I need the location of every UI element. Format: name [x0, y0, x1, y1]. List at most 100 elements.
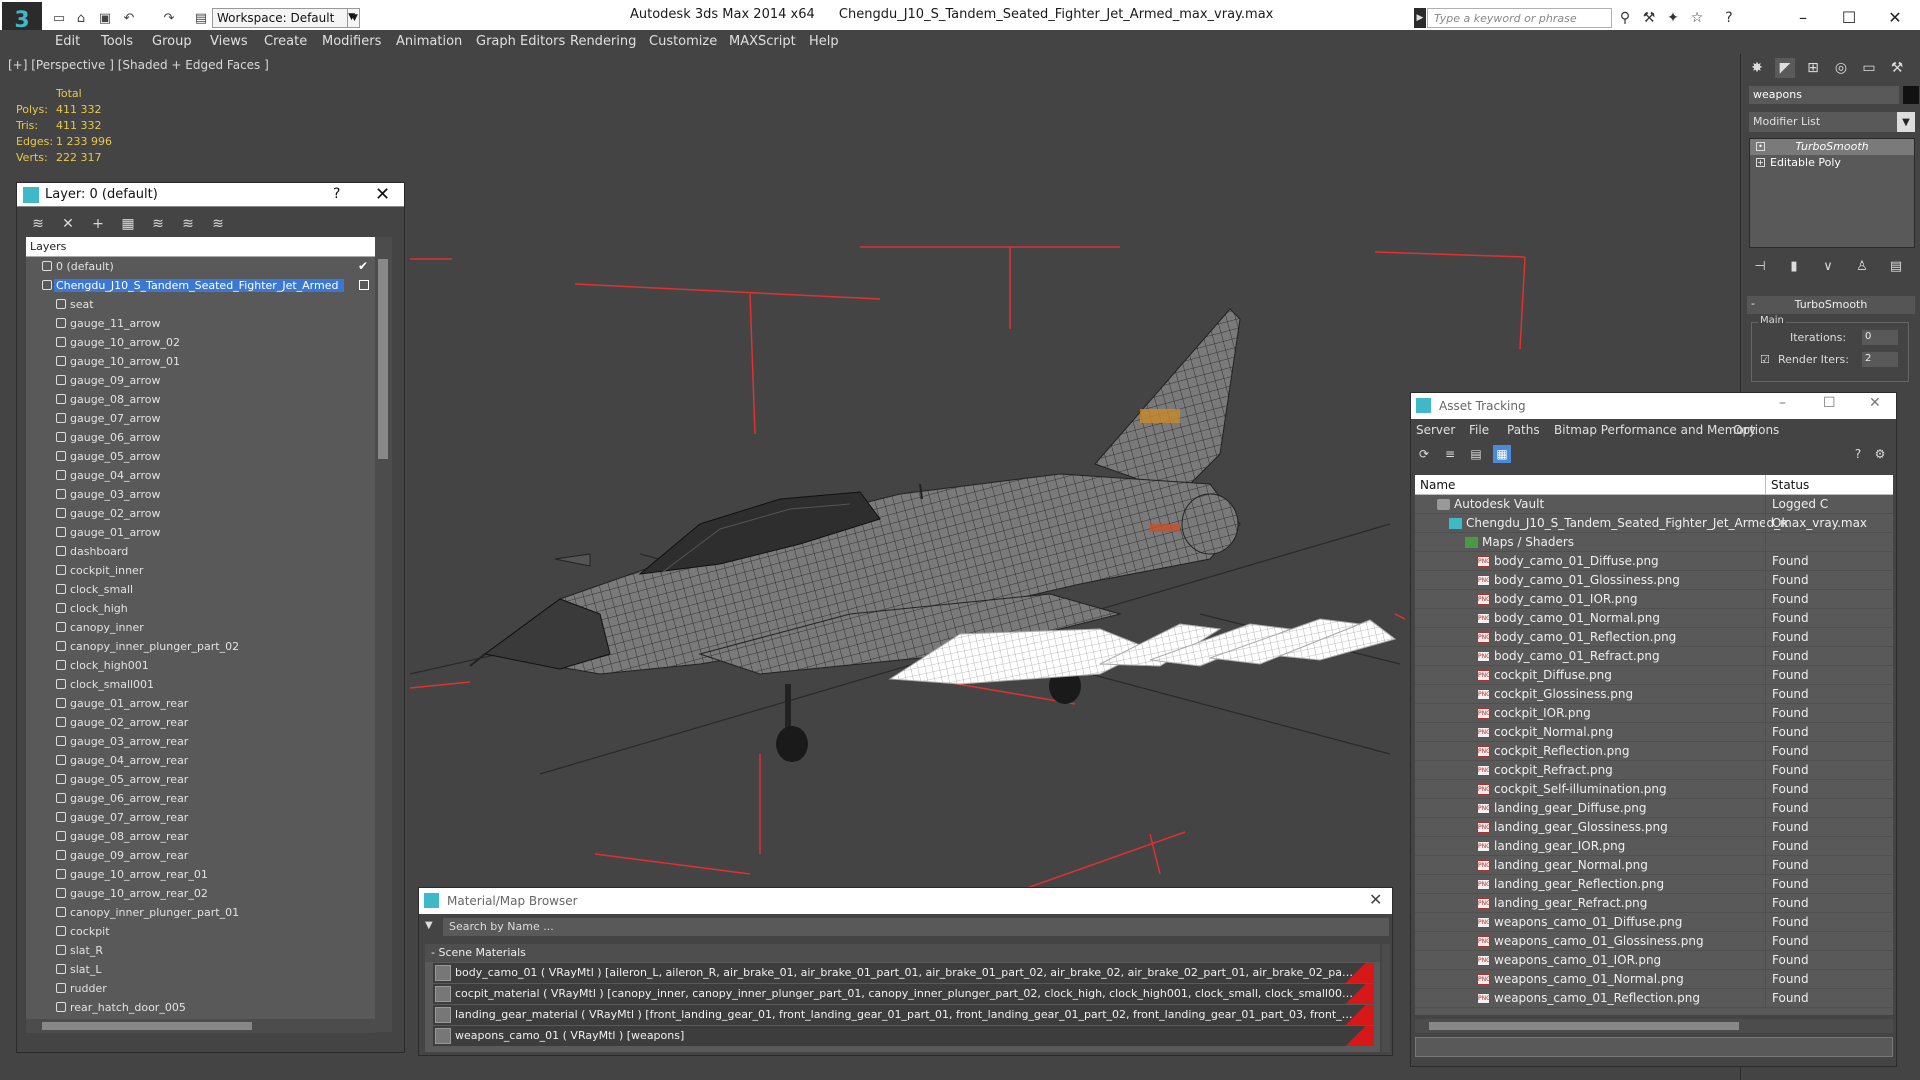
keyword-search-input[interactable]: Type a keyword or phrase — [1427, 8, 1612, 28]
menu-views[interactable]: Views — [210, 34, 248, 49]
asset-table[interactable]: Name Status Autodesk Vault Logged C Chengd… — [1415, 475, 1893, 1015]
favorites-star-icon[interactable]: ☆ — [1688, 9, 1706, 27]
layer-object-row[interactable]: slat_R — [26, 941, 375, 960]
stack-item-turbosmooth[interactable]: • TurboSmooth — [1750, 139, 1914, 155]
utilities-tab-icon[interactable]: ⚒ — [1887, 58, 1907, 78]
menu-modifiers[interactable]: Modifiers — [322, 34, 381, 49]
asset-row[interactable]: PNG cockpit_Glossiness.png Found — [1415, 685, 1893, 704]
layer-object-row[interactable]: gauge_01_arrow_rear — [26, 694, 375, 713]
refresh-icon[interactable]: ⟳ — [1415, 445, 1433, 463]
layer-object-row[interactable]: gauge_10_arrow_rear_02 — [26, 884, 375, 903]
modify-tab-icon[interactable]: ◤ — [1775, 58, 1795, 78]
asset-row[interactable]: Chengdu_J10_S_Tandem_Seated_Fighter_Jet_… — [1415, 514, 1893, 533]
hide-all-layers-icon[interactable]: ≋ — [179, 215, 197, 233]
object-color-swatch[interactable] — [1903, 86, 1919, 104]
material-row[interactable]: landing_gear_material ( VRayMtl ) [front… — [433, 1005, 1374, 1025]
asset-row[interactable]: PNG cockpit_Diffuse.png Found — [1415, 666, 1893, 685]
freeze-all-layers-icon[interactable]: ≋ — [209, 215, 227, 233]
tree-view-icon[interactable]: ▤ — [1467, 445, 1485, 463]
asset-row[interactable]: PNG cockpit_IOR.png Found — [1415, 704, 1893, 723]
layer-object-row[interactable]: gauge_05_arrow_rear — [26, 770, 375, 789]
close-icon[interactable]: ✕ — [1872, 4, 1918, 30]
show-end-result-icon[interactable]: ▮ — [1783, 256, 1805, 276]
layer-object-row[interactable]: gauge_06_arrow — [26, 428, 375, 447]
render-iters-checkbox[interactable]: ☑ — [1760, 353, 1770, 366]
undo-icon[interactable]: ↶ — [120, 9, 138, 27]
asset-row[interactable]: PNG landing_gear_Normal.png Found — [1415, 856, 1893, 875]
asset-row[interactable]: PNG weapons_camo_01_IOR.png Found — [1415, 951, 1893, 970]
column-status[interactable]: Status — [1771, 478, 1809, 492]
asset-row[interactable]: PNG body_camo_01_Reflection.png Found — [1415, 628, 1893, 647]
redo-icon[interactable]: ↷ — [160, 9, 178, 27]
workspace-menu-arrow-icon[interactable]: ▼ — [347, 8, 361, 28]
asset-row[interactable]: PNG landing_gear_Glossiness.png Found — [1415, 818, 1893, 837]
asset-row[interactable]: PNG cockpit_Reflection.png Found — [1415, 742, 1893, 761]
layer-row-selected[interactable]: Chengdu_J10_S_Tandem_Seated_Fighter_Jet_… — [26, 276, 375, 295]
menu-group[interactable]: Group — [152, 34, 192, 49]
display-tab-icon[interactable]: ▭ — [1859, 58, 1879, 78]
table-view-icon[interactable]: ▦ — [1493, 445, 1511, 463]
search-options-icon[interactable]: ▼ — [425, 920, 433, 931]
asset-row[interactable]: PNG cockpit_Self-illumination.png Found — [1415, 780, 1893, 799]
layer-row-default[interactable]: 0 (default) ✔ — [26, 257, 375, 276]
new-file-icon[interactable]: ▭ — [50, 9, 68, 27]
layer-object-row[interactable]: rear_hatch_door_005 — [26, 998, 375, 1017]
settings-icon[interactable]: ⚙ — [1871, 445, 1889, 463]
asset-row[interactable]: Maps / Shaders — [1415, 533, 1893, 552]
asset-row[interactable]: PNG landing_gear_Reflection.png Found — [1415, 875, 1893, 894]
layer-object-row[interactable]: gauge_11_arrow — [26, 314, 375, 333]
remove-modifier-icon[interactable]: ♙ — [1851, 256, 1873, 276]
workspace-dropdown[interactable]: Workspace: Default ▼ — [212, 8, 360, 28]
horizontal-scrollbar[interactable] — [1415, 1019, 1893, 1033]
material-row[interactable]: cocpit_material ( VRayMtl ) [canopy_inne… — [433, 984, 1374, 1004]
layer-object-row[interactable]: gauge_01_arrow — [26, 523, 375, 542]
pin-stack-icon[interactable]: ⊣ — [1749, 256, 1771, 276]
search-expand-icon[interactable]: ▶ — [1414, 8, 1426, 28]
material-list[interactable]: - Scene Materials body_camo_01 ( VRayMtl… — [425, 944, 1380, 1052]
scrollbar-thumb[interactable] — [378, 259, 388, 459]
layer-object-row[interactable]: canopy_inner_plunger_part_02 — [26, 637, 375, 656]
help-icon[interactable]: ? — [1720, 9, 1738, 27]
material-row[interactable]: weapons_camo_01 ( VRayMtl ) [weapons] — [433, 1026, 1374, 1046]
menu-create[interactable]: Create — [264, 34, 307, 49]
material-row[interactable]: body_camo_01 ( VRayMtl ) [aileron_L, ail… — [433, 963, 1374, 983]
layer-object-row[interactable]: clock_small — [26, 580, 375, 599]
layer-tree[interactable]: Layers 0 (default) ✔ Chengdu_J10_S_Tande… — [26, 237, 392, 1032]
asset-row[interactable]: PNG weapons_camo_01_Diffuse.png Found — [1415, 913, 1893, 932]
layer-object-row[interactable]: clock_high — [26, 599, 375, 618]
column-divider[interactable] — [1765, 475, 1766, 495]
menu-animation[interactable]: Animation — [396, 34, 462, 49]
layer-object-row[interactable]: gauge_09_arrow — [26, 371, 375, 390]
open-file-icon[interactable]: ⌂ — [72, 9, 90, 27]
hierarchy-tab-icon[interactable]: ⊞ — [1803, 58, 1823, 78]
asset-row[interactable]: PNG cockpit_Refract.png Found — [1415, 761, 1893, 780]
asset-row[interactable]: PNG weapons_camo_01_Glossiness.png Found — [1415, 932, 1893, 951]
maximize-icon[interactable]: ☐ — [1826, 4, 1872, 30]
layer-object-row[interactable]: gauge_08_arrow — [26, 390, 375, 409]
motion-tab-icon[interactable]: ◎ — [1831, 58, 1851, 78]
delete-layer-icon[interactable]: ✕ — [59, 215, 77, 233]
layer-object-row[interactable]: rudder — [26, 979, 375, 998]
layer-object-row[interactable]: slat_L — [26, 960, 375, 979]
create-layer-icon[interactable]: ≋ — [29, 215, 47, 233]
asset-row[interactable]: PNG body_camo_01_Glossiness.png Found — [1415, 571, 1893, 590]
maximize-icon[interactable]: ☐ — [1823, 395, 1836, 411]
current-layer-box-icon[interactable] — [359, 280, 369, 290]
binoculars-icon[interactable]: ⚲ — [1616, 9, 1634, 27]
scrollbar-thumb[interactable] — [42, 1022, 252, 1030]
list-view-icon[interactable]: ≡ — [1441, 445, 1459, 463]
iterations-spinner[interactable]: 0 — [1862, 330, 1898, 345]
configure-sets-icon[interactable]: ▤ — [1885, 256, 1907, 276]
help-icon[interactable]: ? — [333, 186, 340, 202]
layer-object-row[interactable]: gauge_07_arrow — [26, 409, 375, 428]
asset-row[interactable]: PNG body_camo_01_Normal.png Found — [1415, 609, 1893, 628]
render-iters-spinner[interactable]: 2 — [1862, 352, 1898, 367]
create-tab-icon[interactable]: ✸ — [1747, 58, 1767, 78]
vertical-scrollbar[interactable] — [375, 237, 392, 1032]
layers-column-header[interactable]: Layers — [26, 237, 375, 257]
checkmark-icon[interactable]: ✔ — [358, 259, 368, 273]
layer-object-row[interactable]: gauge_02_arrow_rear — [26, 713, 375, 732]
object-name-input[interactable]: weapons — [1749, 86, 1899, 104]
expand-icon[interactable]: + — [1756, 158, 1765, 167]
material-search-input[interactable]: Search by Name ... — [443, 918, 1389, 936]
